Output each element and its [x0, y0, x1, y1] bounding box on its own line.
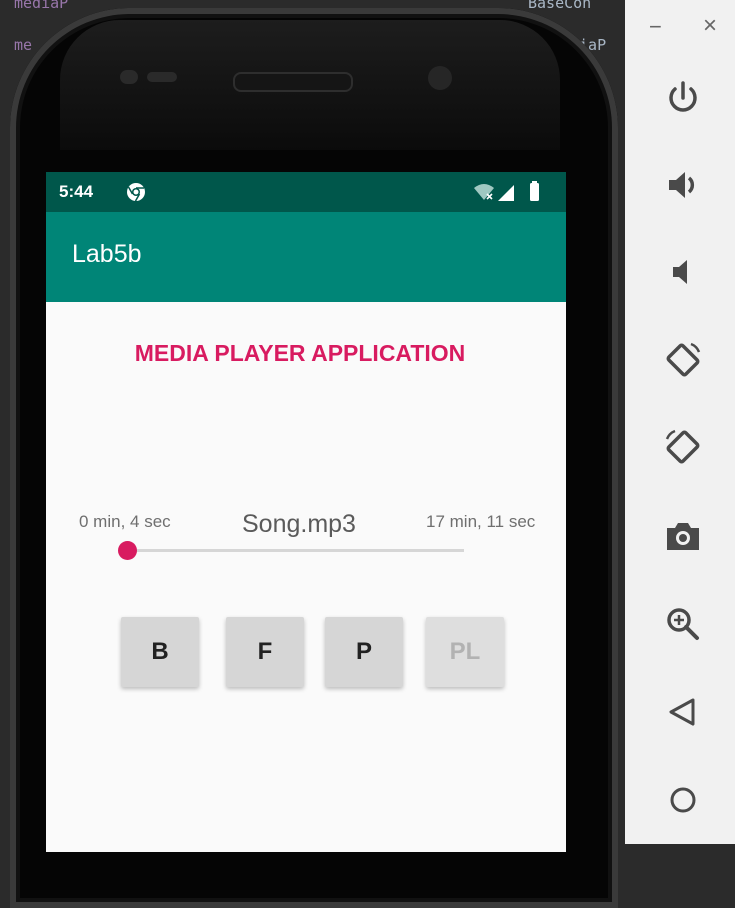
home-icon — [670, 787, 696, 813]
zoom-button[interactable] — [661, 602, 705, 646]
home-button[interactable] — [661, 778, 705, 822]
power-button[interactable] — [661, 76, 705, 120]
volume-down-icon — [673, 260, 687, 284]
play-button[interactable]: PL — [426, 617, 504, 687]
rotate-left-button[interactable] — [661, 338, 705, 382]
battery-icon — [530, 183, 539, 201]
volume-up-button[interactable] — [661, 163, 705, 207]
app-bar: Lab5b — [46, 212, 566, 302]
code-fragment: BaseCon — [528, 0, 592, 12]
rotate-left-icon — [666, 342, 701, 377]
volume-down-button[interactable] — [661, 250, 705, 294]
rotate-right-icon — [665, 429, 700, 464]
rotate-right-button[interactable] — [661, 425, 705, 469]
wifi-icon — [474, 184, 494, 200]
status-icons — [474, 181, 539, 201]
app-title: Lab5b — [72, 240, 142, 268]
device-screen: 5:44 Lab5b MEDIA PLAYER APPLICATION 0 mi… — [46, 172, 566, 852]
minimize-button[interactable]: − — [649, 14, 662, 40]
back-icon — [669, 698, 695, 726]
proximity-sensor — [120, 70, 138, 84]
page-heading: MEDIA PLAYER APPLICATION — [134, 340, 466, 366]
song-name-label: Song.mp3 — [242, 510, 356, 538]
code-fragment: mediaP — [14, 0, 69, 12]
status-bar: 5:44 — [46, 172, 566, 212]
pause-button[interactable]: P — [325, 617, 403, 687]
backward-button[interactable]: B — [121, 617, 199, 687]
seek-bar-thumb[interactable] — [118, 541, 137, 560]
cellular-icon — [498, 185, 514, 201]
total-time-label: 17 min, 11 sec — [426, 512, 536, 531]
forward-button[interactable]: F — [226, 617, 304, 687]
current-time-label: 0 min, 4 sec — [79, 512, 171, 531]
close-button[interactable]: × — [703, 12, 717, 40]
power-icon — [669, 81, 697, 112]
status-time: 5:44 — [59, 182, 94, 201]
front-camera — [428, 66, 452, 90]
camera-icon — [667, 523, 699, 550]
earpiece-speaker — [233, 72, 353, 92]
back-button[interactable] — [661, 690, 705, 734]
code-fragment: me — [14, 36, 33, 54]
seek-bar[interactable] — [126, 549, 464, 552]
emulator-toolbar: − × — [625, 0, 735, 844]
screenshot-button[interactable] — [661, 514, 705, 558]
light-sensor — [147, 72, 177, 82]
chrome-notification-icon — [127, 183, 145, 202]
volume-up-icon — [669, 172, 695, 198]
zoom-icon — [667, 608, 699, 640]
